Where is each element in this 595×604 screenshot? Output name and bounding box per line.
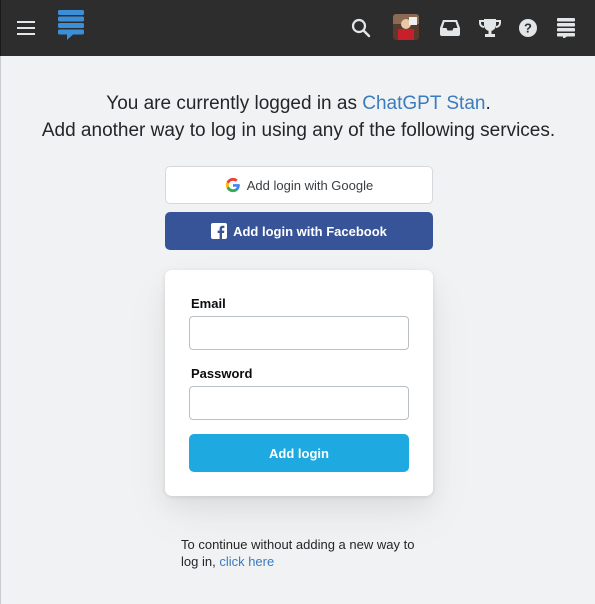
main-content: You are currently logged in as ChatGPT S…: [0, 56, 595, 604]
hamburger-icon[interactable]: [15, 18, 37, 38]
stack-logo-icon[interactable]: [57, 9, 85, 41]
avatar[interactable]: [393, 14, 419, 40]
help-icon[interactable]: ?: [515, 15, 541, 41]
google-button-label: Add login with Google: [246, 177, 374, 193]
add-google-login-button[interactable]: Add login with Google: [165, 166, 433, 204]
trophy-icon[interactable]: [477, 15, 503, 41]
password-label: Password: [191, 366, 253, 381]
username-link[interactable]: ChatGPT Stan: [362, 93, 485, 114]
google-icon: [225, 177, 241, 193]
top-bar: ?: [0, 0, 595, 56]
facebook-icon: [211, 223, 228, 239]
skip-link[interactable]: click here: [219, 554, 274, 569]
search-icon[interactable]: [349, 16, 373, 40]
svg-text:?: ?: [524, 21, 532, 36]
email-field[interactable]: [189, 316, 409, 350]
intro-text: You are currently logged in as ChatGPT S…: [1, 90, 595, 144]
facebook-button-label: Add login with Facebook: [233, 223, 387, 239]
intro-line-2: Add another way to log in using any of t…: [41, 120, 556, 141]
email-label: Email: [191, 296, 226, 311]
intro-line-1: You are currently logged in as ChatGPT S…: [106, 93, 491, 114]
footer-note: To continue without adding a new way to …: [181, 537, 415, 569]
inbox-icon[interactable]: [437, 15, 463, 41]
add-login-button[interactable]: Add login: [189, 434, 409, 472]
add-facebook-login-button[interactable]: Add login with Facebook: [165, 212, 433, 250]
site-switcher-icon[interactable]: [553, 15, 579, 41]
password-field[interactable]: [189, 386, 409, 420]
login-form-card: Email Password Add login: [165, 270, 433, 496]
